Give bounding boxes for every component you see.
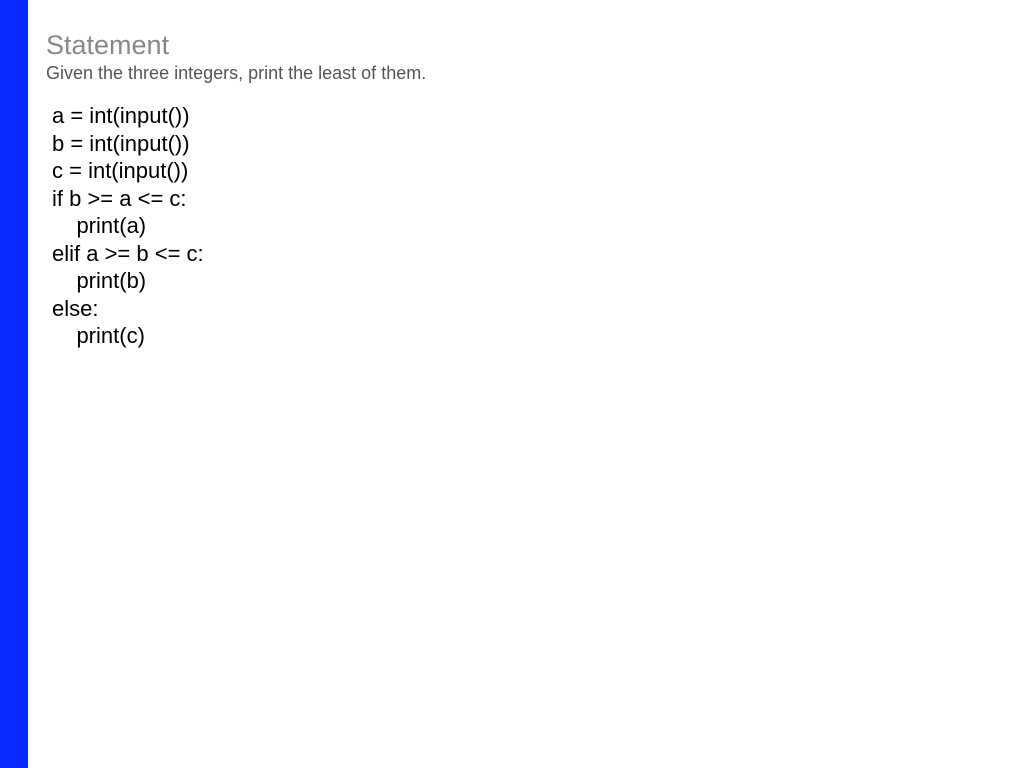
- code-snippet: a = int(input()) b = int(input()) c = in…: [46, 102, 1006, 350]
- problem-description: Given the three integers, print the leas…: [46, 63, 1006, 84]
- left-accent-bar: [0, 0, 28, 768]
- section-heading: Statement: [46, 30, 1006, 61]
- slide-content: Statement Given the three integers, prin…: [28, 0, 1024, 768]
